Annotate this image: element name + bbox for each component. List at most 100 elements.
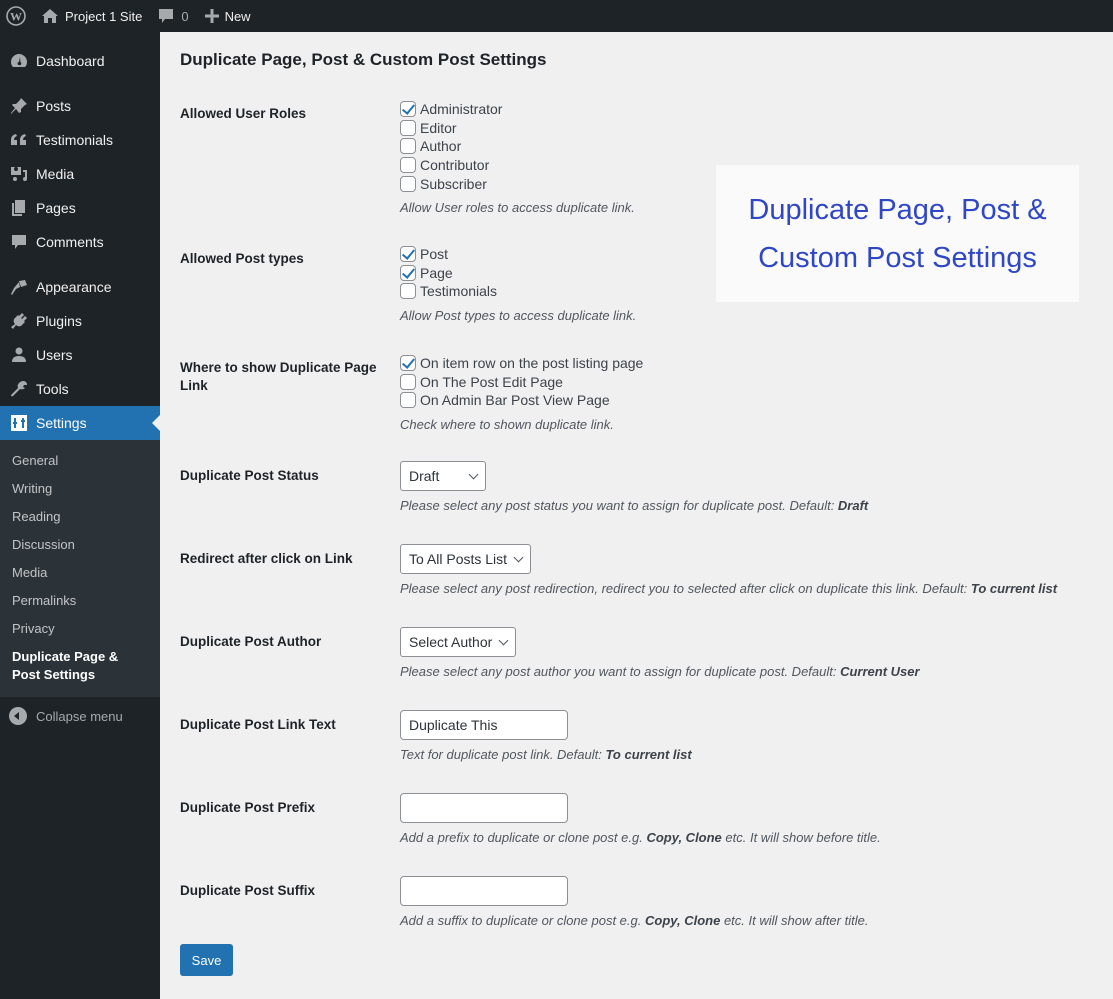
checkbox[interactable] [400,175,416,192]
checkbox-editor[interactable]: Editor [400,119,635,138]
submenu-permalinks[interactable]: Permalinks [0,587,160,615]
user-roles-field: Administrator Editor Author Contributor … [400,100,635,215]
checkbox[interactable] [400,138,416,155]
comment-icon [159,9,174,23]
description-text: Add a prefix to duplicate or clone post … [400,830,647,845]
sliders-icon [9,413,29,433]
label-redirect: Redirect after click on Link [180,551,353,566]
quote-icon [9,130,29,150]
submenu-general[interactable]: General [0,447,160,475]
menu-appearance[interactable]: Appearance [0,270,160,304]
where-show-description: Check where to shown duplicate link. [400,416,614,432]
post-status-description: Please select any post status you want t… [400,498,868,513]
menu-label: Dashboard [36,53,105,69]
checkbox[interactable] [400,392,416,409]
collapse-menu-button[interactable]: Collapse menu [0,699,160,733]
checkbox-post[interactable]: Post [400,245,636,264]
default-value: To current list [605,747,692,762]
menu-users[interactable]: Users [0,338,160,372]
menu-plugins[interactable]: Plugins [0,304,160,338]
checkbox[interactable] [400,355,416,372]
author-select[interactable]: Select Author [400,627,517,657]
media-icon [9,164,29,184]
label-author: Duplicate Post Author [180,634,322,649]
link-text-input[interactable]: Duplicate This [400,710,568,740]
menu-label: Tools [36,381,69,397]
post-types-field: Post Page Testimonials Allow Post types … [400,245,636,323]
new-label: New [224,8,251,24]
menu-label: Appearance [36,279,112,295]
menu-testimonials[interactable]: Testimonials [0,123,160,157]
checkbox-subscriber[interactable]: Subscriber [400,174,635,193]
save-button[interactable]: Save [180,944,233,976]
prefix-input[interactable] [400,793,568,823]
submenu-media[interactable]: Media [0,559,160,587]
checkbox-admin-bar[interactable]: On Admin Bar Post View Page [400,391,643,410]
checkbox-label: Contributor [420,157,490,174]
checkbox[interactable] [400,283,416,300]
checkbox[interactable] [400,157,416,174]
checkbox-author[interactable]: Author [400,137,635,156]
checkbox[interactable] [400,119,416,136]
submenu-duplicate-settings[interactable]: Duplicate Page & Post Settings [0,643,160,689]
prefix-description: Add a prefix to duplicate or clone post … [400,830,881,845]
suffix-input[interactable] [400,876,568,906]
submenu-privacy[interactable]: Privacy [0,615,160,643]
site-name-link[interactable]: Project 1 Site [33,0,150,32]
wordpress-logo-button[interactable]: W [0,0,33,32]
checkbox[interactable] [400,264,416,281]
checkbox-administrator[interactable]: Administrator [400,100,635,119]
collapse-label: Collapse menu [36,708,123,724]
menu-dashboard[interactable]: Dashboard [0,44,160,78]
comments-link[interactable]: 0 [150,0,196,32]
menu-pages[interactable]: Pages [0,191,160,225]
checkbox-edit-page[interactable]: On The Post Edit Page [400,373,643,392]
example-values: Copy, Clone [644,913,721,928]
checkbox[interactable] [400,101,416,118]
admin-bar: W Project 1 Site 0 New [0,0,1113,32]
banner-line-2: Custom Post Settings [758,241,1037,274]
submenu-reading[interactable]: Reading [0,503,160,531]
default-value: Draft [837,498,869,513]
default-value: To current list [970,581,1058,596]
menu-settings[interactable]: Settings [0,406,160,440]
menu-posts[interactable]: Posts [0,89,160,123]
menu-label: Settings [36,415,87,431]
author-description: Please select any post author you want t… [400,664,920,679]
new-content-link[interactable]: New [197,0,259,32]
comment-icon [9,232,29,252]
chevron-down-icon [468,469,479,479]
checkbox-page[interactable]: Page [400,264,636,283]
checkbox-label: Administrator [420,101,503,118]
link-text-field: Duplicate This Text for duplicate post l… [400,710,692,762]
checkbox-label: Page [420,264,453,281]
post-types-description: Allow Post types to access duplicate lin… [400,307,637,323]
checkbox[interactable] [400,373,416,390]
menu-label: Posts [36,98,72,114]
menu-comments[interactable]: Comments [0,225,160,259]
redirect-field: To All Posts List Please select any post… [400,544,1057,596]
checkbox[interactable] [400,246,416,263]
submenu-discussion[interactable]: Discussion [0,531,160,559]
where-show-field: On item row on the post listing page On … [400,354,643,432]
label-where-show: Where to show Duplicate Page Link [180,360,377,393]
description-text: Please select any post status you want t… [400,498,838,513]
menu-tools[interactable]: Tools [0,372,160,406]
suffix-description: Add a suffix to duplicate or clone post … [400,913,868,928]
checkbox-contributor[interactable]: Contributor [400,156,635,175]
checkbox-label: On Admin Bar Post View Page [420,392,610,409]
checkbox-item-row[interactable]: On item row on the post listing page [400,354,643,373]
checkbox-label: On item row on the post listing page [420,355,644,372]
post-status-select[interactable]: Draft [400,461,486,491]
pin-icon [9,96,29,116]
example-values: Copy, Clone [646,830,722,845]
suffix-field: Add a suffix to duplicate or clone post … [400,876,868,928]
menu-media[interactable]: Media [0,157,160,191]
redirect-description: Please select any post redirection, redi… [400,581,1057,596]
admin-sidebar: Dashboard Posts Testimonials Media Pages… [0,32,160,999]
post-status-field: Draft Please select any post status you … [400,461,868,513]
checkbox-label: Testimonials [420,283,498,300]
redirect-select[interactable]: To All Posts List [400,544,532,574]
submenu-writing[interactable]: Writing [0,475,160,503]
checkbox-testimonials[interactable]: Testimonials [400,282,636,301]
